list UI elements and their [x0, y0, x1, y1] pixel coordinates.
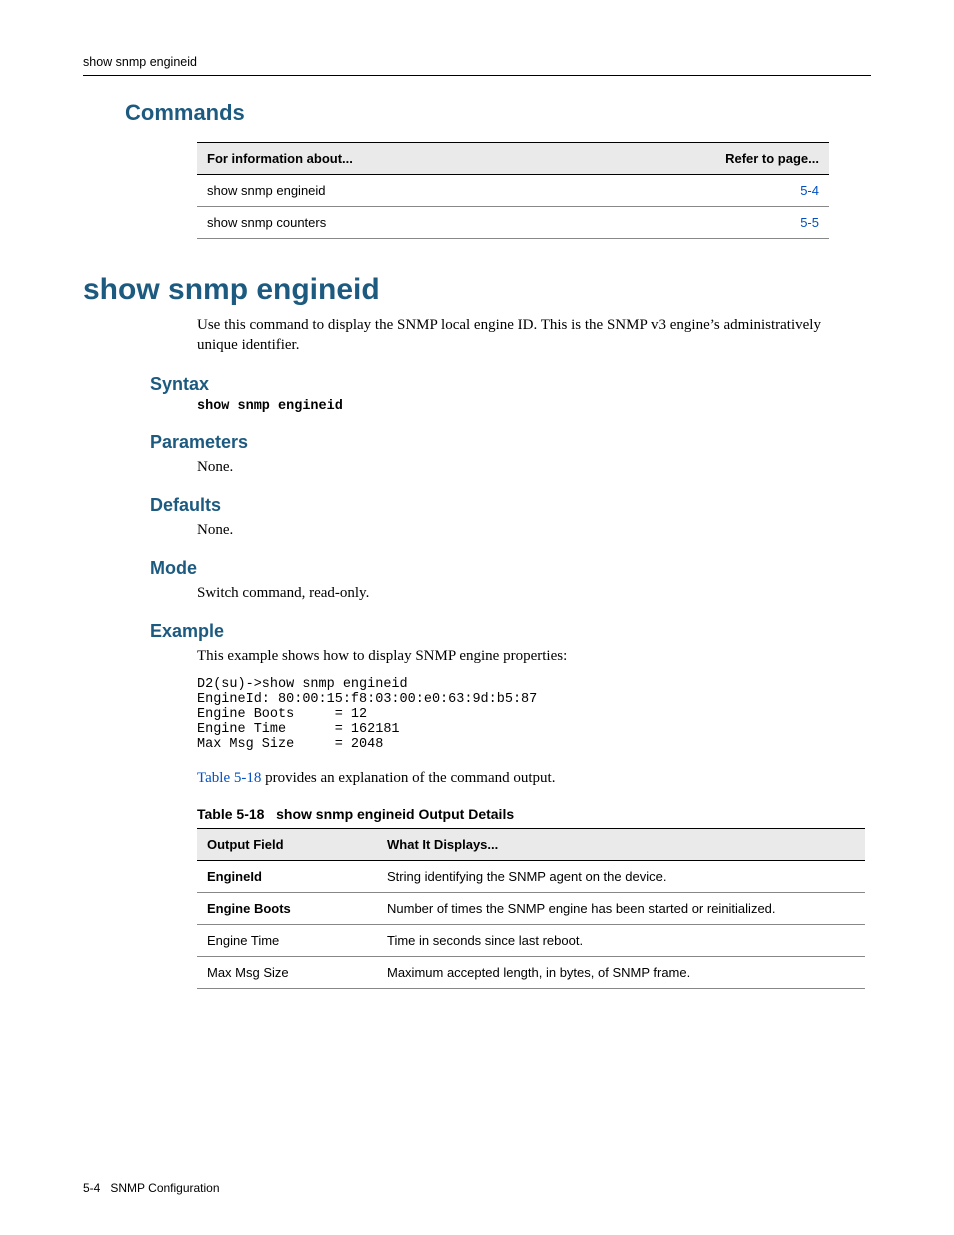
parameters-heading: Parameters	[150, 432, 871, 453]
example-heading: Example	[150, 621, 871, 642]
table-caption: Table 5-18 show snmp engineid Output Det…	[197, 806, 871, 822]
table-row: Max Msg Size Maximum accepted length, in…	[197, 956, 865, 988]
page-link[interactable]: 5-5	[800, 215, 819, 230]
cmd-name: show snmp counters	[197, 207, 572, 239]
example-code: D2(su)->show snmp engineid EngineId: 80:…	[197, 677, 871, 752]
out-field: EngineId	[197, 860, 377, 892]
example-xref-line: Table 5-18 provides an explanation of th…	[197, 768, 837, 788]
example-lead: This example shows how to display SNMP e…	[197, 646, 837, 666]
page-link[interactable]: 5-4	[800, 183, 819, 198]
mode-heading: Mode	[150, 558, 871, 579]
table-row: Engine Time Time in seconds since last r…	[197, 924, 865, 956]
commands-heading: Commands	[125, 100, 871, 126]
commands-th-page: Refer to page...	[572, 143, 829, 175]
out-disp: Time in seconds since last reboot.	[377, 924, 865, 956]
commands-th-info: For information about...	[197, 143, 572, 175]
out-field: Engine Time	[197, 924, 377, 956]
output-details-table: Output Field What It Displays... EngineI…	[197, 828, 865, 989]
table-row: show snmp counters 5-5	[197, 207, 829, 239]
commands-table: For information about... Refer to page..…	[197, 142, 829, 239]
caption-num: Table 5-18	[197, 806, 264, 822]
cmd-name: show snmp engineid	[197, 175, 572, 207]
mode-text: Switch command, read-only.	[197, 583, 837, 603]
section-title: show snmp engineid	[83, 273, 871, 307]
footer-section: SNMP Configuration	[110, 1181, 219, 1195]
out-th-disp: What It Displays...	[377, 828, 865, 860]
defaults-heading: Defaults	[150, 495, 871, 516]
table-xref-link[interactable]: Table 5-18	[197, 770, 261, 786]
table-row: Engine Boots Number of times the SNMP en…	[197, 892, 865, 924]
caption-title: show snmp engineid Output Details	[276, 806, 514, 822]
page: show snmp engineid Commands For informat…	[0, 0, 954, 1235]
out-field: Max Msg Size	[197, 956, 377, 988]
out-disp: String identifying the SNMP agent on the…	[377, 860, 865, 892]
parameters-text: None.	[197, 457, 837, 477]
out-field: Engine Boots	[197, 892, 377, 924]
intro-text: Use this command to display the SNMP loc…	[197, 315, 837, 356]
xref-tail: provides an explanation of the command o…	[261, 770, 555, 786]
syntax-heading: Syntax	[150, 374, 871, 395]
out-th-field: Output Field	[197, 828, 377, 860]
out-disp: Maximum accepted length, in bytes, of SN…	[377, 956, 865, 988]
page-footer: 5-4 SNMP Configuration	[83, 1181, 220, 1195]
syntax-code: show snmp engineid	[197, 399, 871, 414]
table-row: EngineId String identifying the SNMP age…	[197, 860, 865, 892]
out-disp: Number of times the SNMP engine has been…	[377, 892, 865, 924]
table-row: show snmp engineid 5-4	[197, 175, 829, 207]
defaults-text: None.	[197, 520, 837, 540]
running-header: show snmp engineid	[83, 55, 871, 76]
footer-pagenum: 5-4	[83, 1181, 100, 1195]
